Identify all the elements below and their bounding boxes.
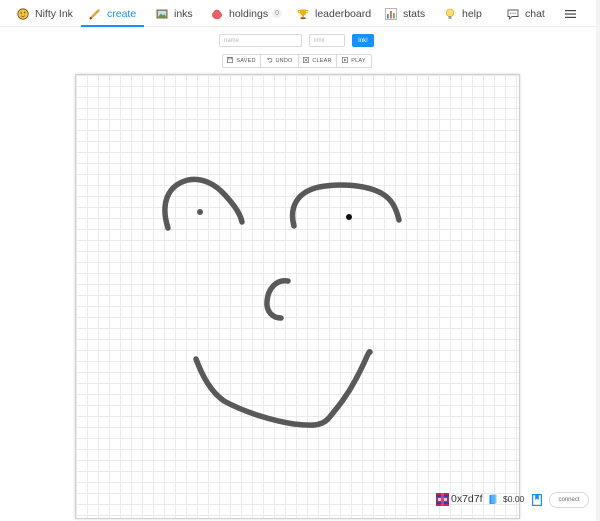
name-input[interactable] (219, 34, 302, 47)
page-scrollbar[interactable] (596, 0, 600, 521)
top-navigation: Nifty Ink create inks holdings 0 leaderb… (0, 0, 600, 27)
right-eyebrow-stroke (289, 182, 402, 229)
chat-bubble-icon (507, 8, 519, 20)
play-icon (342, 57, 349, 65)
tab-stats-label: stats (403, 7, 426, 20)
wallet-balance[interactable]: $0.00 (489, 492, 524, 506)
blockie-avatar (436, 492, 449, 506)
lightbulb-icon (444, 8, 456, 20)
right-eye-dot (346, 214, 352, 220)
tab-chat-label: chat (525, 7, 545, 20)
face-drawing (162, 176, 402, 428)
limit-input[interactable] (309, 34, 345, 47)
saved-button[interactable]: SAVED (223, 55, 261, 67)
trophy-icon (297, 8, 309, 20)
tab-holdings-label: holdings (229, 7, 269, 20)
holdings-count-badge: 0 (272, 9, 283, 18)
undo-button[interactable]: UNDO (261, 55, 299, 67)
pencil-icon (89, 8, 101, 20)
saved-label: SAVED (236, 58, 256, 64)
ink-button[interactable]: Ink! (352, 34, 374, 47)
balance-text: $0.00 (503, 494, 525, 504)
connect-button[interactable]: connect (549, 492, 589, 508)
tab-stats[interactable]: stats (385, 0, 425, 27)
nav-brand[interactable]: Nifty Ink (17, 0, 73, 27)
play-button[interactable]: PLAY (337, 55, 371, 67)
tab-chat[interactable]: chat (507, 0, 545, 27)
purse-icon (211, 8, 223, 20)
tab-create-label: create (107, 7, 137, 20)
play-label: PLAY (351, 58, 366, 64)
mouth-stroke (193, 349, 373, 428)
clear-button[interactable]: CLEAR (299, 55, 337, 67)
drawing-toolbar: SAVED UNDO CLEAR PLAY (222, 54, 372, 68)
left-eye-dot (197, 209, 203, 215)
ink-blob-icon (17, 7, 29, 20)
hamburger-menu-icon[interactable] (565, 0, 576, 27)
save-icon (227, 57, 234, 65)
address-text: 0x7d7f (451, 493, 483, 505)
tab-create[interactable]: create (89, 0, 136, 27)
tab-holdings[interactable]: holdings 0 (211, 0, 283, 27)
clear-label: CLEAR (312, 58, 332, 64)
bookmark-icon[interactable] (532, 493, 543, 507)
nose-stroke (264, 278, 291, 321)
wallet-icon (489, 494, 497, 505)
tab-help-label: help (462, 7, 482, 20)
brand-label: Nifty Ink (35, 7, 73, 20)
left-eyebrow-stroke (162, 176, 245, 231)
drawing-canvas[interactable] (75, 74, 520, 519)
bar-chart-icon (385, 7, 397, 20)
active-tab-underline (81, 25, 144, 27)
tab-help[interactable]: help (444, 0, 482, 27)
undo-icon (266, 57, 273, 65)
tab-leaderboard[interactable]: leaderboard (297, 0, 371, 27)
tab-leaderboard-label: leaderboard (315, 7, 372, 20)
picture-frame-icon (156, 8, 168, 20)
account-address[interactable]: 0x7d7f (436, 492, 483, 506)
tab-inks-label: inks (174, 7, 193, 20)
clear-icon (303, 57, 310, 65)
undo-label: UNDO (275, 58, 293, 64)
tab-inks[interactable]: inks (156, 0, 193, 27)
